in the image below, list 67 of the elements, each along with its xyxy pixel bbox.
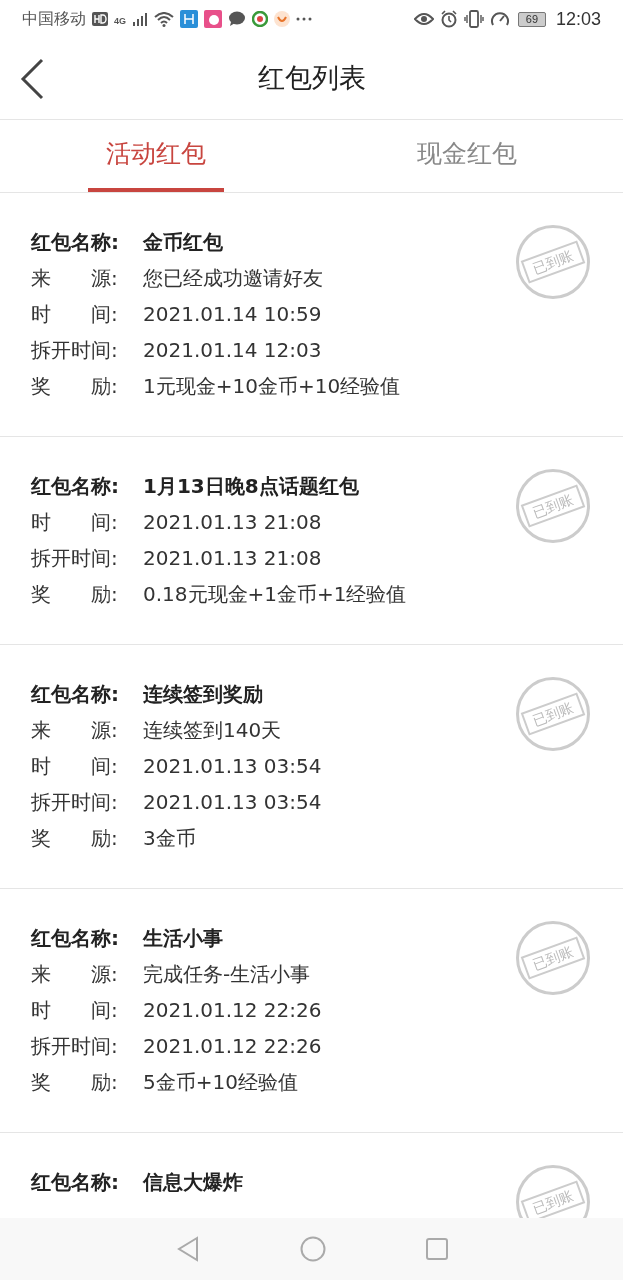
field-value: 2021.01.13 21:08 (143, 509, 322, 536)
field-value: 连续签到奖励 (143, 681, 263, 708)
tab[interactable]: 现金红包 (399, 120, 536, 192)
home-icon[interactable] (299, 1236, 326, 1262)
field-label: 时 间: (31, 753, 119, 780)
app-icon (252, 11, 268, 27)
field-label: 奖 励: (31, 373, 119, 400)
clock-time: 12:03 (555, 7, 601, 31)
app-icon (274, 11, 290, 27)
field-value: 信息大爆炸 (143, 1169, 243, 1196)
field-label: 拆开时间: (31, 545, 119, 572)
field-label: 时 间: (31, 509, 119, 536)
field-label: 红包名称: (31, 1169, 120, 1196)
field-label: 拆开时间: (31, 1033, 119, 1060)
alarm-icon (439, 10, 458, 28)
eye-icon (413, 12, 434, 26)
stamp-label: 已到账 (520, 484, 586, 528)
app-icon (204, 10, 222, 28)
page-title: 红包列表 (257, 61, 366, 96)
wifi-icon (154, 11, 174, 27)
hd-icon (92, 12, 108, 26)
field-label: 时 间: (31, 301, 119, 328)
field-value: 1元现金+10金币+10经验值 (143, 373, 401, 400)
recents-icon[interactable] (425, 1238, 448, 1260)
field-value: 2021.01.13 03:54 (143, 789, 322, 816)
field-value: 1月13日晚8点话题红包 (143, 473, 359, 500)
field-label: 红包名称: (31, 229, 120, 256)
field-label: 来 源: (31, 961, 119, 988)
field-value: 完成任务-生活小事 (143, 961, 311, 988)
field-label: 来 源: (31, 717, 119, 744)
stamp-label: 已到账 (520, 692, 586, 736)
stamp-label: 已到账 (520, 936, 586, 980)
field-value: 2021.01.14 10:59 (143, 301, 322, 328)
field-value: 生活小事 (143, 925, 223, 952)
field-value: 5金币+10经验值 (143, 1069, 298, 1096)
field-value: 3金币 (143, 825, 196, 852)
field-value: 2021.01.14 12:03 (143, 337, 322, 364)
field-label: 红包名称: (31, 473, 120, 500)
field-value: 2021.01.12 22:26 (143, 997, 322, 1024)
carrier-name: 中国移动 (22, 8, 86, 30)
field-value: 2021.01.12 22:26 (143, 1033, 322, 1060)
field-label: 拆开时间: (31, 789, 119, 816)
back-icon[interactable] (20, 58, 44, 100)
field-label: 奖 励: (31, 825, 119, 852)
stamp-label: 已到账 (520, 240, 586, 284)
signal-icon (132, 12, 148, 26)
chat-icon (228, 11, 246, 27)
field-label: 时 间: (31, 997, 119, 1024)
field-label: 奖 励: (31, 1069, 119, 1096)
more-icon (296, 17, 312, 21)
vibrate-icon (463, 10, 484, 28)
field-label: 拆开时间: (31, 337, 119, 364)
field-label: 奖 励: (31, 581, 119, 608)
app-icon (180, 10, 198, 28)
tab[interactable]: 活动红包 (87, 120, 224, 192)
field-label: 来 源: (31, 265, 119, 292)
battery-indicator: 69 (517, 11, 546, 27)
field-value: 2021.01.13 21:08 (143, 545, 322, 572)
field-value: 2021.01.13 03:54 (143, 753, 322, 780)
field-value: 0.18元现金+1金币+1经验值 (143, 581, 407, 608)
field-value: 您已经成功邀请好友 (143, 265, 323, 292)
network-type: 4G (114, 15, 126, 28)
speedometer-icon (489, 10, 510, 28)
field-value: 连续签到140天 (143, 717, 282, 744)
field-label: 红包名称: (31, 925, 120, 952)
field-value: 金币红包 (143, 229, 223, 256)
field-label: 红包名称: (31, 681, 120, 708)
